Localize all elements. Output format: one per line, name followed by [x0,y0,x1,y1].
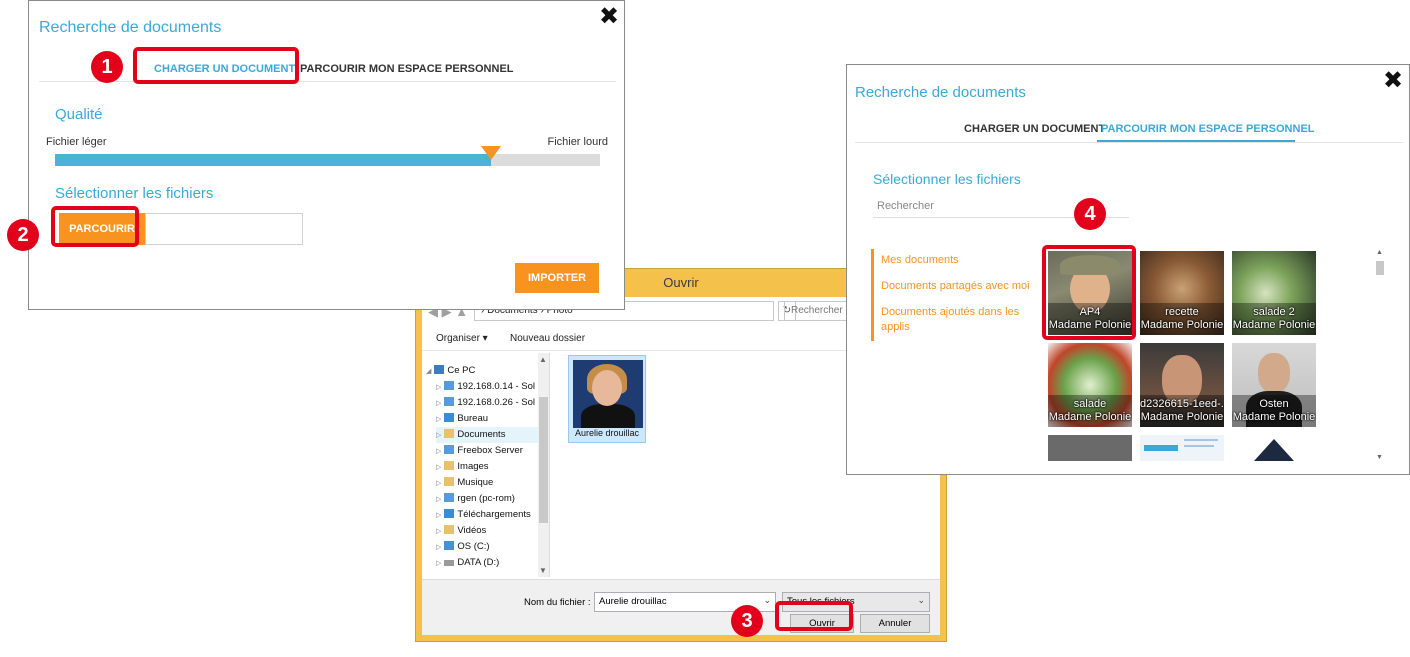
cancel-button[interactable]: Annuler [860,614,930,633]
new-folder-button[interactable]: Nouveau dossier [510,333,585,344]
dialog-title: Recherche de documents [39,19,222,36]
tree-item-downloads[interactable]: ▷ Téléchargements [436,507,531,523]
navigation-tree: ◢ Ce PC ▷ 192.168.0.14 - Sol ▷ 192.168.0.26… [422,353,550,577]
tab-divider [855,142,1403,143]
network-drive-icon [444,397,455,406]
quality-heading: Qualité [55,106,103,123]
tree-item-this-pc[interactable]: ◢ Ce PC [426,363,475,379]
tile-name: d2326615-1eed-... [1140,398,1224,410]
scroll-up-icon[interactable]: ▲ [1376,249,1383,256]
tree-item-music[interactable]: ▷ Musique [436,475,493,491]
document-tile[interactable]: salade Madame Polonie [1048,343,1132,427]
tab-upload-document[interactable]: CHARGER UN DOCUMENT [964,123,1105,135]
chevron-down-icon[interactable]: ⌄ [763,595,771,606]
heavy-file-label: Fichier lourd [547,136,608,148]
tree-item-network-1[interactable]: ▷ 192.168.0.14 - Sol [436,379,535,395]
scroll-up-icon[interactable]: ▲ [539,355,547,364]
network-drive-icon [444,381,455,390]
downloads-folder-icon [444,509,455,518]
close-icon[interactable]: ✖ [1383,69,1403,93]
document-search-dialog-upload: Recherche de documents ✖ CHARGER UN DOCU… [28,0,625,310]
file-item-selected[interactable]: Aurelie drouillac [568,355,646,443]
tiles-scrollbar[interactable]: ▲ ▼ [1375,249,1385,461]
highlight-open-button [775,601,853,631]
tree-item-documents[interactable]: ▷ Documents [436,427,538,443]
tile-name: salade 2 [1253,306,1295,318]
select-files-heading: Sélectionner les fichiers [873,171,1021,187]
tile-owner: Madame Polonie [1232,319,1316,331]
tree-item-data-d[interactable]: ▷ DATA (D:) [436,555,499,571]
document-tile[interactable]: Osten Madame Polonie [1232,343,1316,427]
document-tile[interactable] [1140,435,1224,461]
close-icon[interactable]: ✖ [599,5,619,29]
document-tile[interactable]: salade 2 Madame Polonie [1232,251,1316,335]
document-tile[interactable]: recette Madame Polonie [1140,251,1224,335]
desktop-folder-icon [444,413,455,422]
tile-owner: Madame Polonie [1232,411,1316,423]
tree-item-desktop[interactable]: ▷ Bureau [436,411,488,427]
tab-browse-personal-space[interactable]: PARCOURIR MON ESPACE PERSONNEL [300,63,514,75]
computer-icon [434,365,445,374]
windows-drive-icon [444,541,455,550]
highlight-upload-tab [133,47,299,84]
tile-name: salade [1073,398,1107,410]
step-number-2: 2 [7,219,39,251]
step-number-4: 4 [1074,198,1106,230]
dialog-footer: Nom du fichier : Aurelie drouillac ⌄ Tou… [422,579,940,635]
tree-item-videos[interactable]: ▷ Vidéos [436,523,486,539]
highlight-browse-button [51,206,139,247]
file-path-input[interactable] [145,213,303,245]
sidebar-item-shared-documents[interactable]: Documents partagés avec moi [881,279,1030,294]
documents-folder-icon [444,429,455,438]
tree-scrollbar[interactable]: ▲ ▼ [538,353,549,577]
tab-divider [39,81,616,82]
tree-item-network-2[interactable]: ▷ 192.168.0.26 - Sol [436,395,535,411]
slider-handle-icon[interactable] [481,146,501,160]
tree-item-os-c[interactable]: ▷ OS (C:) [436,539,490,555]
scroll-down-icon[interactable]: ▼ [539,566,547,575]
step-number-1: 1 [91,51,123,83]
file-name-caption: Aurelie drouillac [574,428,640,438]
tree-item-rgen[interactable]: ▷ rgen (pc-rom) [436,491,515,507]
tab-browse-personal-space[interactable]: PARCOURIR MON ESPACE PERSONNEL [1101,123,1315,135]
select-files-heading: Sélectionner les fichiers [55,185,214,202]
organize-menu[interactable]: Organiser ▾ [436,333,488,344]
sidebar-accent [871,249,874,341]
videos-folder-icon [444,525,455,534]
step-number-3: 3 [731,605,763,637]
network-drive-icon [444,445,455,454]
disk-drive-icon [444,560,455,566]
pictures-folder-icon [444,461,455,470]
portrait-thumbnail [573,360,643,428]
quality-slider-fill [55,154,491,166]
sidebar-item-my-documents[interactable]: Mes documents [881,253,959,268]
scroll-down-icon[interactable]: ▼ [1376,454,1383,461]
tree-item-images[interactable]: ▷ Images [436,459,489,475]
tile-name: recette [1165,306,1199,318]
scrollbar-thumb[interactable] [1376,261,1384,275]
tile-name: Osten [1259,398,1289,410]
document-tile[interactable] [1048,435,1132,461]
sidebar-item-app-documents[interactable]: Documents ajoutés dans les applis [881,305,1031,335]
quality-slider[interactable] [55,154,600,166]
filename-label: Nom du fichier : [524,597,591,608]
tile-owner: Madame Polonie [1048,411,1132,423]
highlight-document-tile [1042,245,1136,340]
dialog-title: Recherche de documents [855,84,1026,101]
music-folder-icon [444,477,455,486]
chevron-down-icon[interactable]: ⌄ [917,595,925,606]
document-tile[interactable] [1232,435,1316,461]
network-drive-icon [444,493,455,502]
tile-owner: Madame Polonie [1140,319,1224,331]
scrollbar-thumb[interactable] [539,397,548,523]
tree-item-freebox[interactable]: ▷ Freebox Server [436,443,523,459]
light-file-label: Fichier léger [46,136,107,148]
tile-owner: Madame Polonie [1140,411,1224,423]
import-button[interactable]: IMPORTER [515,263,599,293]
document-tile[interactable]: d2326615-1eed-... Madame Polonie [1140,343,1224,427]
